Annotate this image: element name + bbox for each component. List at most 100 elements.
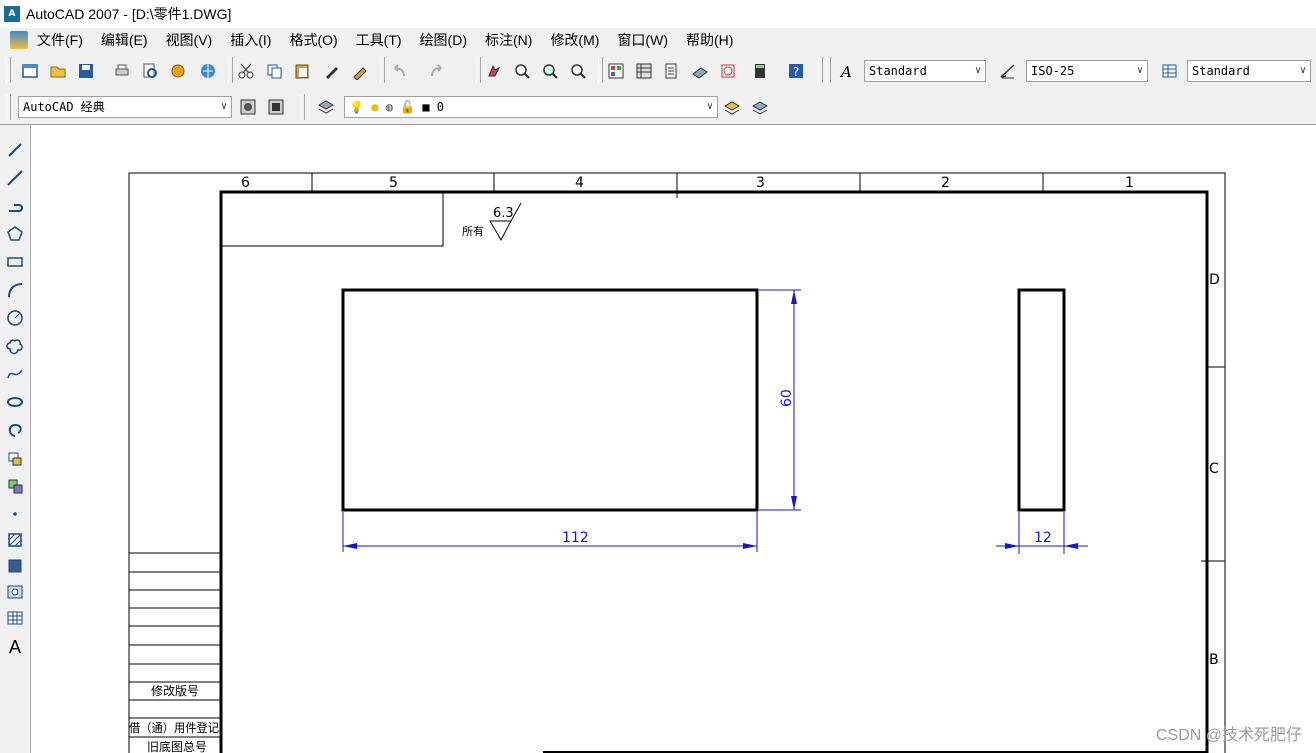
circle-icon[interactable]	[4, 307, 26, 329]
open-file-icon[interactable]	[48, 61, 68, 81]
zone-letter: B	[1209, 652, 1219, 668]
layer-freeze-icon[interactable]: ●	[371, 100, 378, 114]
undo-icon[interactable]	[388, 61, 408, 81]
document-icon[interactable]	[10, 31, 28, 49]
toolbar-separator	[598, 57, 603, 83]
help-icon[interactable]: ?	[786, 61, 806, 81]
toolbar-separator	[228, 57, 233, 83]
table-label: 修改版号	[151, 683, 199, 698]
workspace-settings-icon[interactable]	[238, 97, 258, 117]
line-icon[interactable]	[4, 139, 26, 161]
zoom-previous-icon[interactable]	[568, 61, 588, 81]
layer-on-icon[interactable]: 💡	[349, 100, 364, 114]
multiline-text-icon[interactable]: A	[4, 635, 26, 657]
zoom-window-icon[interactable]	[540, 61, 560, 81]
make-object-layer-current-icon[interactable]	[722, 97, 742, 117]
block-editor-icon[interactable]	[350, 61, 370, 81]
polyline-icon[interactable]	[4, 195, 26, 217]
publish-icon[interactable]	[168, 61, 188, 81]
pan-icon[interactable]	[484, 61, 504, 81]
point-icon[interactable]	[4, 503, 26, 525]
region-icon[interactable]	[4, 581, 26, 603]
menu-help[interactable]: 帮助(H)	[686, 29, 733, 51]
zone-number: 2	[941, 175, 950, 191]
properties-icon[interactable]	[606, 61, 626, 81]
front-view-outline[interactable]	[341, 288, 759, 512]
menu-format[interactable]: 格式(O)	[289, 29, 337, 51]
table-style-select[interactable]: Standard ∨	[1187, 60, 1311, 82]
svg-text:?: ?	[793, 65, 799, 79]
layer-viewport-freeze-icon[interactable]: ◍	[386, 100, 393, 114]
roughness-label: 所有	[462, 224, 484, 238]
menu-dimension[interactable]: 标注(N)	[485, 29, 532, 51]
match-properties-icon[interactable]	[322, 61, 342, 81]
menu-window[interactable]: 窗口(W)	[617, 29, 668, 51]
sheet-set-icon[interactable]	[690, 61, 710, 81]
workspace-save-icon[interactable]	[266, 97, 286, 117]
toolbar-grip[interactable]	[6, 57, 11, 83]
layer-color-swatch: ■	[422, 100, 430, 114]
revision-cloud-icon[interactable]	[4, 335, 26, 357]
cut-icon[interactable]	[236, 61, 256, 81]
drawing-area[interactable]: 6 5 4 3 2 1 D C B 所有 6.3 60 112 12 修改版号 …	[31, 126, 1316, 753]
text-style-icon[interactable]: A	[838, 61, 858, 81]
toolbar-grip[interactable]	[6, 94, 11, 120]
zone-letter: D	[1209, 272, 1220, 288]
autocad-app-icon[interactable]: A	[4, 6, 20, 22]
workspace-select[interactable]: AutoCAD 经典 ∨	[18, 96, 232, 118]
layer-previous-icon[interactable]	[750, 97, 770, 117]
polygon-icon[interactable]	[4, 223, 26, 245]
tool-palettes-icon[interactable]	[662, 61, 682, 81]
print-preview-icon[interactable]	[140, 61, 160, 81]
layer-manager-icon[interactable]	[316, 97, 336, 117]
ellipse-arc-icon[interactable]	[4, 419, 26, 441]
title-bar: A AutoCAD 2007 - [D:\零件1.DWG]	[0, 0, 1316, 28]
design-center-icon[interactable]	[634, 61, 654, 81]
arc-icon[interactable]	[4, 279, 26, 301]
rectangle-icon[interactable]	[4, 251, 26, 273]
print-icon[interactable]	[112, 61, 132, 81]
menu-bar: 文件(F) 编辑(E) 视图(V) 插入(I) 格式(O) 工具(T) 绘图(D…	[0, 28, 1316, 52]
zoom-realtime-icon[interactable]	[512, 61, 532, 81]
toolbar-grip[interactable]	[826, 57, 831, 83]
redo-icon[interactable]	[428, 61, 448, 81]
table-style-icon[interactable]	[1160, 61, 1180, 81]
zone-number: 1	[1125, 175, 1134, 191]
layer-lock-icon[interactable]: 🔓	[400, 100, 415, 114]
menu-edit[interactable]: 编辑(E)	[101, 29, 148, 51]
sheet-outer-border	[128, 172, 1226, 753]
new-file-icon[interactable]	[20, 61, 40, 81]
dim-style-icon[interactable]	[998, 61, 1018, 81]
construction-line-icon[interactable]	[4, 167, 26, 189]
top-left-box	[221, 192, 444, 247]
publish-web-icon[interactable]	[198, 61, 218, 81]
dim-style-select[interactable]: ISO-25 ∨	[1026, 60, 1148, 82]
toolbar-grip[interactable]	[300, 94, 305, 120]
menu-view[interactable]: 视图(V)	[166, 29, 213, 51]
hatch-icon[interactable]	[4, 529, 26, 551]
copy-icon[interactable]	[264, 61, 284, 81]
insert-block-icon[interactable]	[4, 447, 26, 469]
sheet-inner-frame	[219, 190, 1209, 753]
markup-icon[interactable]	[718, 61, 738, 81]
menu-file[interactable]: 文件(F)	[37, 29, 83, 51]
side-view-outline[interactable]	[1017, 288, 1066, 512]
save-icon[interactable]	[76, 61, 96, 81]
draw-toolbar: A	[0, 125, 31, 753]
make-block-icon[interactable]	[4, 475, 26, 497]
spline-icon[interactable]	[4, 363, 26, 385]
menu-insert[interactable]: 插入(I)	[230, 29, 271, 51]
paste-icon[interactable]	[292, 61, 312, 81]
quickcalc-icon[interactable]	[750, 61, 770, 81]
table-icon[interactable]	[4, 607, 26, 629]
zone-number: 5	[389, 175, 398, 191]
ellipse-icon[interactable]	[4, 391, 26, 413]
text-style-select[interactable]: Standard ∨	[864, 60, 986, 82]
dimension-width[interactable]	[342, 512, 758, 552]
gradient-icon[interactable]	[4, 555, 26, 577]
menu-tools[interactable]: 工具(T)	[356, 29, 402, 51]
menu-draw[interactable]: 绘图(D)	[420, 29, 467, 51]
layer-select[interactable]: 💡 ● ◍ 🔓 ■ 0 ∨	[344, 96, 718, 118]
layers-toolbar: AutoCAD 经典 ∨ 💡 ● ◍ 🔓 ■ 0 ∨	[0, 90, 1316, 125]
menu-modify[interactable]: 修改(M)	[550, 29, 599, 51]
